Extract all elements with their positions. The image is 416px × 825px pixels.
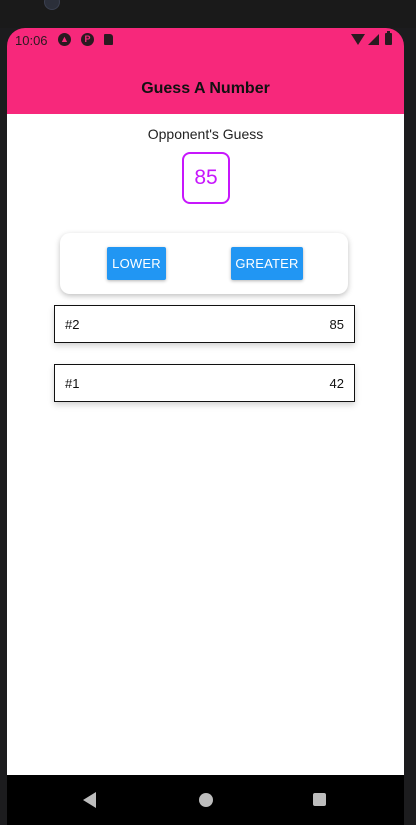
game-screen: Opponent's Guess 85 LOWER GREATER #2 85 … [7,114,404,775]
wifi-icon [351,34,365,45]
status-time: 10:06 [15,33,48,48]
expo-icon: ▲ [58,33,71,46]
guess-round: #1 [65,376,80,391]
page-title: Guess A Number [141,80,270,97]
back-icon[interactable] [83,792,96,808]
list-item: #1 42 [54,364,355,402]
recents-icon[interactable] [313,793,326,806]
device-top-bezel [0,0,416,28]
greater-button[interactable]: GREATER [231,247,303,280]
opponent-guess-label: Opponent's Guess [147,126,264,142]
home-icon[interactable] [199,793,213,807]
guess-value: 85 [329,317,344,332]
battery-icon [385,31,392,45]
signal-icon [368,34,379,45]
status-bar: 10:06 ▲ P [7,28,404,52]
list-item: #2 85 [54,305,355,343]
sd-card-icon [104,34,113,45]
navigation-bar [7,775,404,825]
current-guess-number: 85 [182,152,230,204]
phone-screen: 10:06 ▲ P Guess A Number Opponent's Gues… [7,28,404,825]
notification-icon: P [81,33,94,46]
button-card: LOWER GREATER [60,233,348,294]
guess-value: 42 [329,376,344,391]
lower-button[interactable]: LOWER [107,247,166,280]
camera-icon [44,0,60,10]
app-header: 10:06 ▲ P Guess A Number [7,28,404,114]
guess-round: #2 [65,317,80,332]
